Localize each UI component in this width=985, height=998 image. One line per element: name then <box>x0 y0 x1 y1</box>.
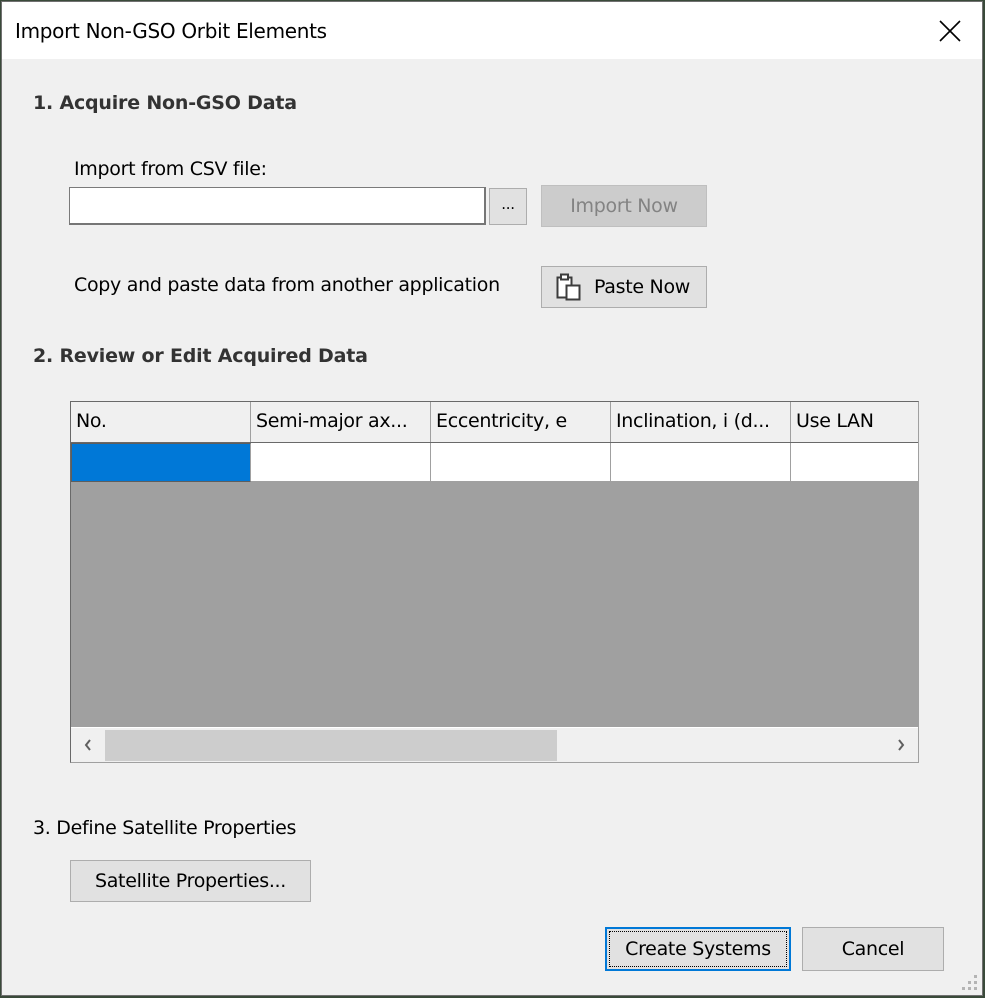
import-now-label: Import Now <box>570 195 678 217</box>
grid-cell-semi-major-axis[interactable] <box>251 443 431 482</box>
horizontal-scrollbar[interactable] <box>71 727 918 762</box>
section-review-title: 2. Review or Edit Acquired Data <box>33 345 368 367</box>
chevron-left-icon <box>84 739 91 751</box>
section-satellite-title: 3. Define Satellite Properties <box>33 817 297 839</box>
create-systems-button[interactable]: Create Systems <box>605 927 791 971</box>
resize-grip-icon[interactable] <box>962 975 978 991</box>
section-acquire-title: 1. Acquire Non-GSO Data <box>33 92 297 114</box>
import-now-button[interactable]: Import Now <box>541 185 707 227</box>
browse-button[interactable]: ... <box>489 188 527 225</box>
paste-instructions-label: Copy and paste data from another applica… <box>74 274 500 296</box>
orbit-data-grid[interactable]: No. Semi-major ax... Eccentricity, e Inc… <box>70 401 919 763</box>
column-header-eccentricity[interactable]: Eccentricity, e <box>431 402 611 442</box>
satellite-properties-button[interactable]: Satellite Properties... <box>70 860 311 902</box>
close-icon <box>939 19 961 42</box>
table-row <box>71 443 918 482</box>
column-header-use-lan[interactable]: Use LAN <box>791 402 918 442</box>
import-dialog: Import Non-GSO Orbit Elements 1. Acquire… <box>1 1 983 996</box>
close-button[interactable] <box>918 2 982 59</box>
paste-now-label: Paste Now <box>594 276 691 298</box>
scroll-left-button[interactable] <box>71 728 105 762</box>
satellite-properties-label: Satellite Properties... <box>94 870 287 892</box>
scrollbar-thumb[interactable] <box>105 730 557 761</box>
column-header-no[interactable]: No. <box>71 402 251 442</box>
grid-cell-eccentricity[interactable] <box>431 443 611 482</box>
chevron-right-icon <box>898 739 905 751</box>
grid-header-row: No. Semi-major ax... Eccentricity, e Inc… <box>71 402 918 443</box>
scroll-right-button[interactable] <box>884 728 918 762</box>
column-header-semi-major-axis[interactable]: Semi-major ax... <box>251 402 431 442</box>
focus-rectangle <box>609 931 787 967</box>
cancel-button[interactable]: Cancel <box>802 927 944 971</box>
cancel-label: Cancel <box>841 938 905 960</box>
grid-cell-no[interactable] <box>71 443 251 482</box>
grid-cell-inclination[interactable] <box>611 443 791 482</box>
column-header-inclination[interactable]: Inclination, i (d... <box>611 402 791 442</box>
csv-path-input[interactable] <box>69 187 486 225</box>
browse-button-label: ... <box>501 194 515 213</box>
grid-cell-use-lan[interactable] <box>791 443 918 482</box>
dialog-title: Import Non-GSO Orbit Elements <box>15 19 327 43</box>
csv-file-label: Import from CSV file: <box>74 158 267 180</box>
title-bar: Import Non-GSO Orbit Elements <box>2 2 982 59</box>
paste-now-button[interactable]: Paste Now <box>541 266 707 308</box>
clipboard-paste-icon <box>556 273 581 301</box>
